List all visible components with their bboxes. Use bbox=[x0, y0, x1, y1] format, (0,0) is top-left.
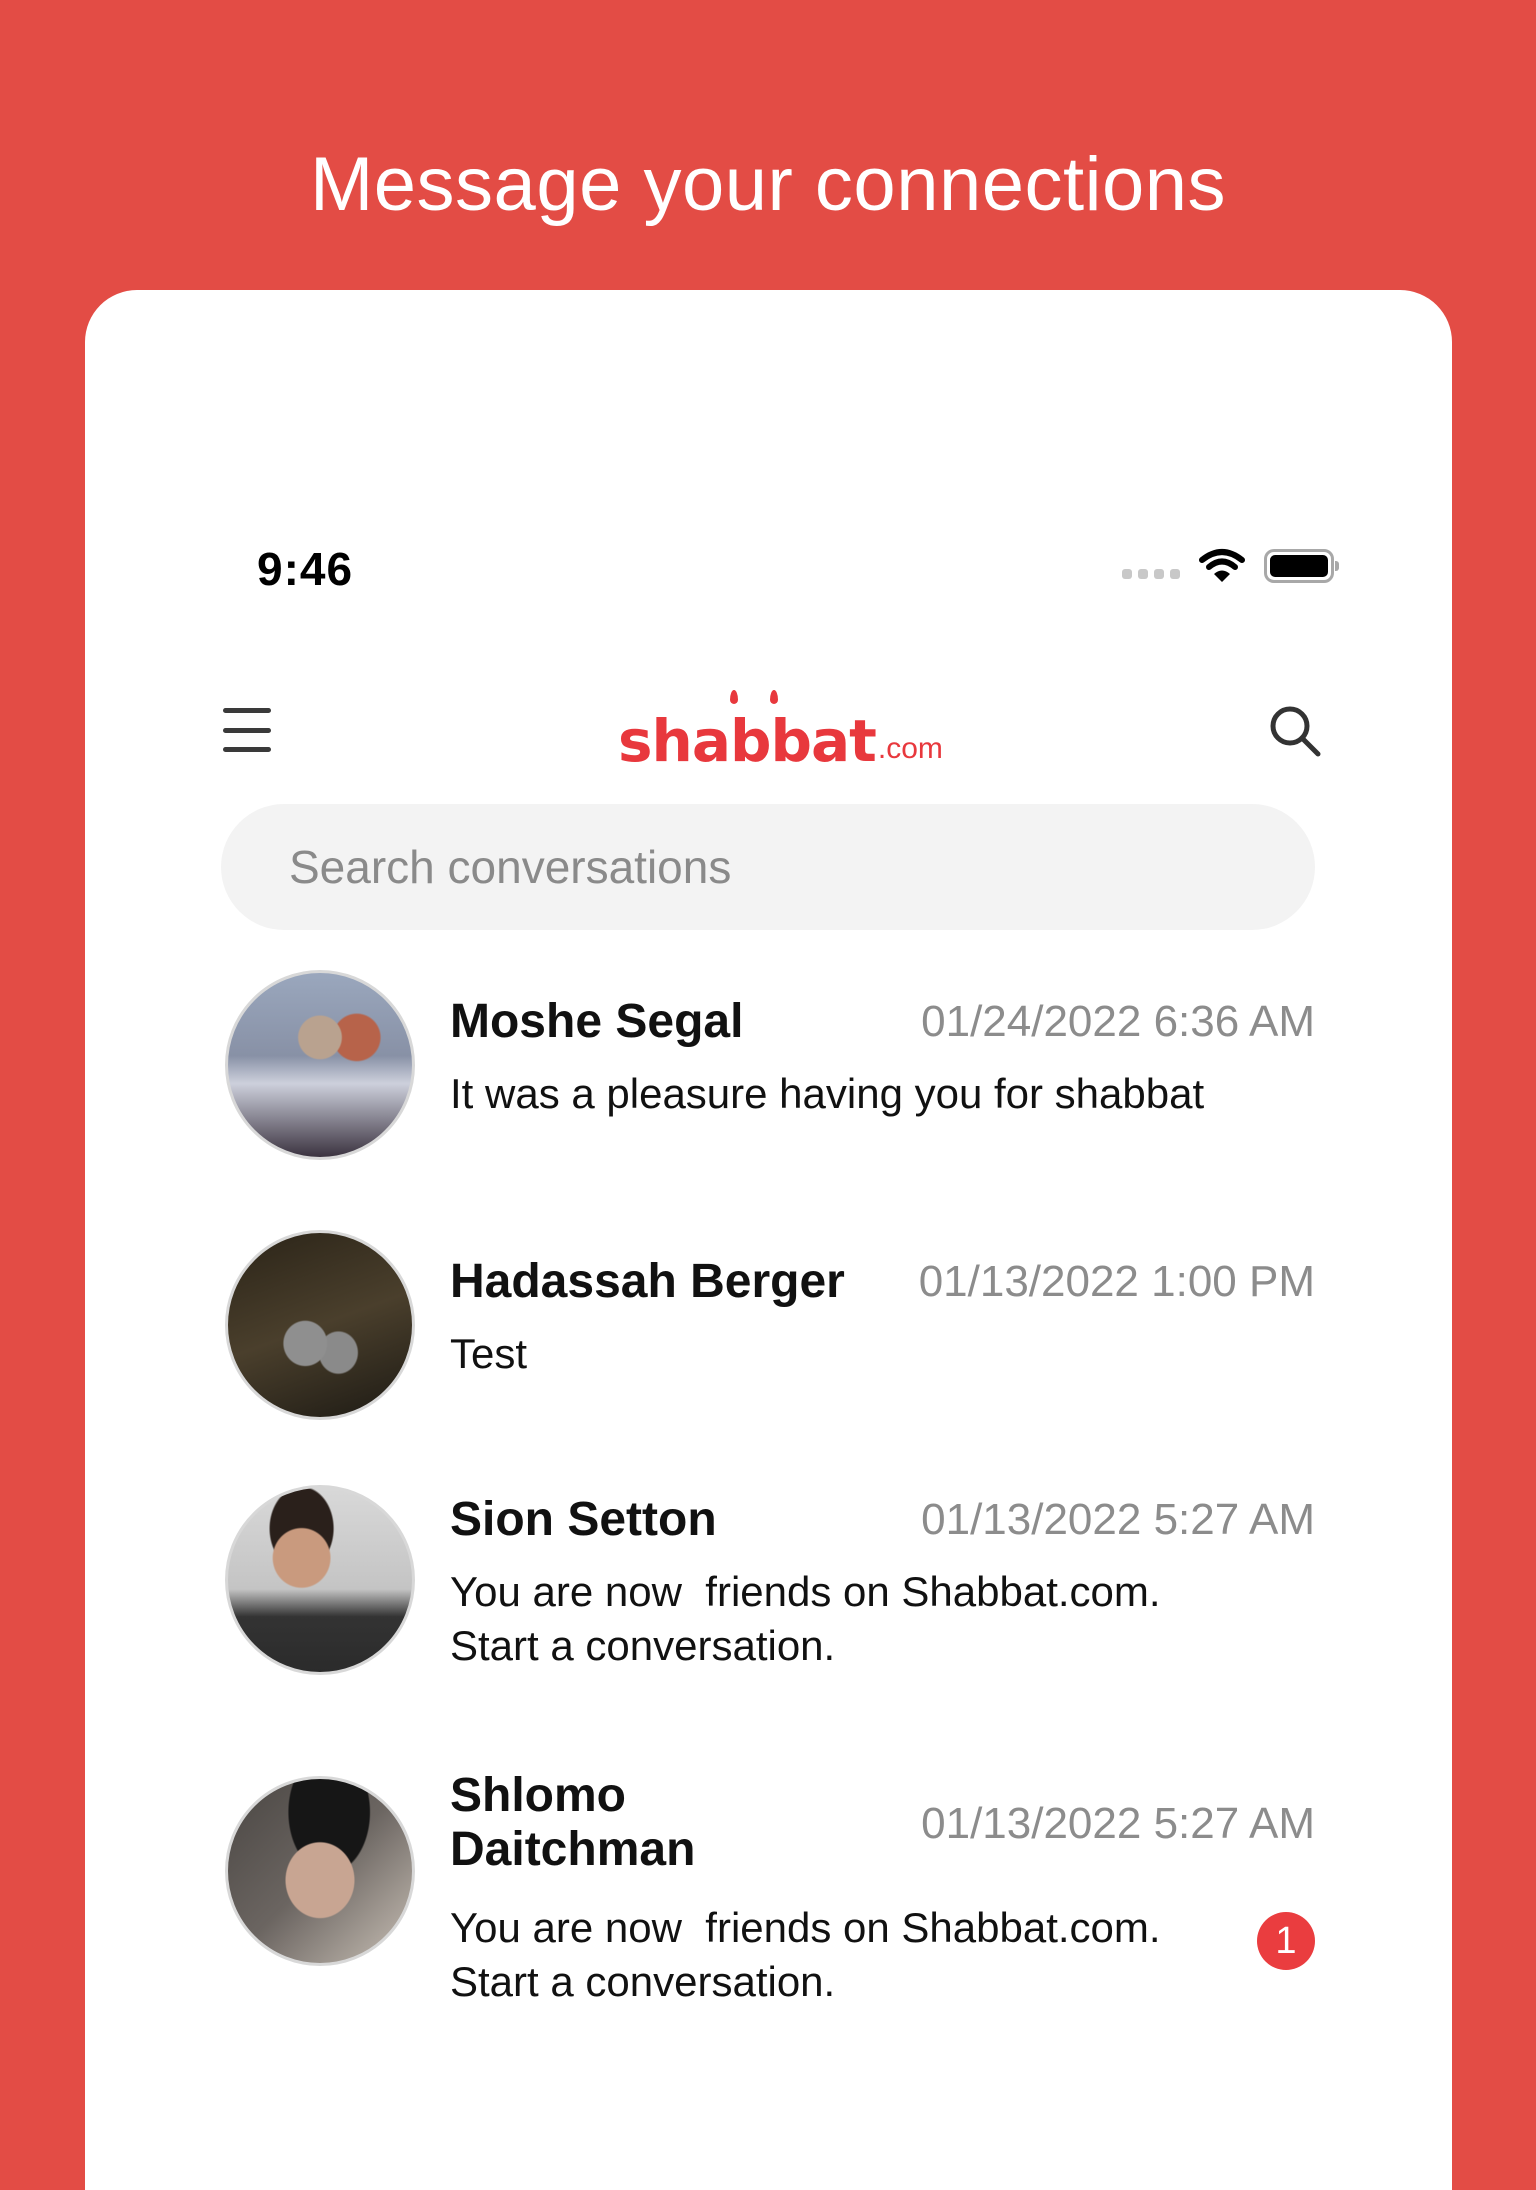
avatar bbox=[225, 970, 415, 1160]
wifi-icon bbox=[1199, 549, 1245, 582]
conversation-item[interactable]: Hadassah Berger 01/13/2022 1:00 PM Test bbox=[225, 1225, 1315, 1425]
battery-icon bbox=[1264, 549, 1339, 583]
signal-dots-icon bbox=[1122, 569, 1180, 579]
conversation-preview: You are now friends on Shabbat.com. Star… bbox=[450, 1904, 1161, 2005]
device-screen: 9:46 shabbat .com Search conversations M… bbox=[85, 290, 1452, 2190]
hamburger-menu-icon[interactable] bbox=[223, 708, 271, 752]
conversation-item[interactable]: Sion Setton 01/13/2022 5:27 AM You are n… bbox=[225, 1485, 1315, 1705]
conversation-preview: It was a pleasure having you for shabbat bbox=[450, 1070, 1205, 1117]
conversation-item[interactable]: Shlomo Daitchman 01/13/2022 5:27 AM You … bbox=[225, 1769, 1315, 2015]
conversation-timestamp: 01/24/2022 6:36 AM bbox=[921, 997, 1315, 1046]
avatar bbox=[225, 1230, 415, 1420]
conversation-timestamp: 01/13/2022 5:27 AM bbox=[921, 1495, 1315, 1544]
logo-suffix: .com bbox=[877, 732, 943, 765]
shabbat-logo: shabbat .com bbox=[618, 690, 943, 770]
search-conversations-field[interactable] bbox=[221, 804, 1315, 930]
conversation-name: Moshe Segal bbox=[450, 995, 744, 1048]
conversation-name: Hadassah Berger bbox=[450, 1255, 845, 1308]
conversation-name: Shlomo Daitchman bbox=[450, 1769, 696, 1876]
conversation-item[interactable]: Moshe Segal 01/24/2022 6:36 AM It was a … bbox=[225, 965, 1315, 1165]
search-icon[interactable] bbox=[1266, 702, 1324, 760]
status-bar-icons bbox=[1122, 548, 1339, 584]
conversation-timestamp: 01/13/2022 1:00 PM bbox=[918, 1257, 1315, 1306]
conversation-preview: You are now friends on Shabbat.com. Star… bbox=[450, 1568, 1161, 1669]
conversation-name: Sion Setton bbox=[450, 1493, 717, 1546]
avatar bbox=[225, 1776, 415, 1966]
avatar bbox=[225, 1485, 415, 1675]
conversation-preview: Test bbox=[450, 1330, 528, 1377]
search-conversations-input[interactable] bbox=[287, 839, 1249, 895]
nav-bar: shabbat .com bbox=[85, 680, 1452, 780]
unread-count-badge: 1 bbox=[1257, 1912, 1315, 1970]
conversation-timestamp: 01/13/2022 5:27 AM bbox=[921, 1799, 1315, 1848]
status-bar-time: 9:46 bbox=[257, 543, 354, 595]
logo-wordmark: shabbat bbox=[618, 690, 877, 770]
page-headline: Message your connections bbox=[309, 142, 1227, 227]
